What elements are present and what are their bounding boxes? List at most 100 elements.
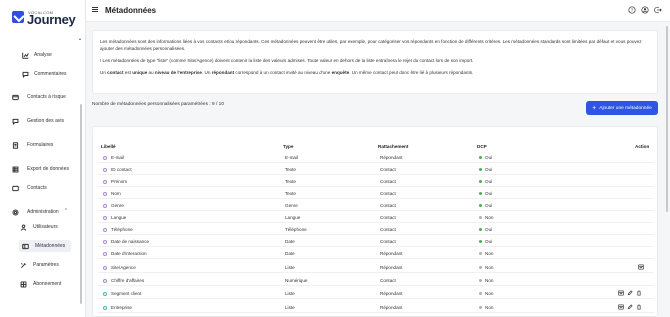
dcp-status-dot	[479, 240, 482, 244]
sidebar-item-gestion-des-avis[interactable]: Gestion des avis	[12, 115, 64, 127]
dcp-status-dot	[479, 306, 482, 310]
cell-dcp: Oui	[479, 179, 492, 184]
cell-dcp: Non	[479, 215, 493, 220]
column-header-dcp[interactable]: DCP	[477, 144, 487, 149]
cell-libelle: Langue	[103, 215, 126, 220]
top-header: Métadonnées ?	[86, 0, 670, 22]
cell-dcp: Oui	[479, 227, 492, 232]
cell-dcp: Non	[479, 278, 493, 283]
dcp-status-dot	[479, 292, 482, 296]
plus-icon: +	[592, 104, 597, 112]
info-paragraph-1: Les métadonnées sont des informations li…	[100, 39, 642, 51]
cell-type: Texte	[285, 167, 296, 172]
cell-rattachement: Contact	[380, 203, 396, 208]
cell-dcp: Oui	[479, 203, 492, 208]
delete-icon[interactable]	[636, 290, 642, 296]
cell-rattachement: Répondant	[380, 251, 403, 256]
chevron-up-icon[interactable]: ⌃	[64, 208, 68, 214]
sidebar-item-formulaires[interactable]: Formulaires	[12, 139, 53, 151]
delete-icon[interactable]	[636, 304, 642, 310]
cell-dcp: Non	[479, 265, 493, 270]
sidebar-scroll-up-icon[interactable]: ▴	[79, 36, 81, 41]
row-actions	[618, 304, 642, 310]
standard-metadata-icon	[103, 251, 107, 256]
user-account-icon[interactable]	[641, 6, 649, 14]
cell-type: Téléphone	[285, 227, 307, 232]
sidebar-item-contacts-risque[interactable]: Contacts à risque	[12, 91, 66, 103]
cell-libelle: Téléphone	[103, 227, 133, 232]
cell-type: Texte	[285, 179, 296, 184]
cell-dcp: Oui	[479, 167, 492, 172]
cell-rattachement: Contact	[380, 215, 396, 220]
table-row: Langue Langue Contact Non	[98, 212, 654, 223]
cell-rattachement: Répondant	[380, 291, 403, 296]
cell-dcp: Oui	[479, 155, 492, 160]
risk-contacts-icon	[12, 94, 19, 100]
cell-libelle: Date d'interaction	[103, 251, 147, 256]
dcp-status-dot	[479, 204, 482, 208]
sidebar-item-export-de-donn-es[interactable]: Export de données	[12, 163, 69, 175]
list-values-icon[interactable]	[618, 290, 624, 296]
sidebar-scrollbar[interactable]	[80, 104, 82, 304]
sidebar-item-commentaires[interactable]: Commentaires	[22, 68, 67, 80]
cell-dcp: Non	[479, 251, 493, 256]
edit-icon[interactable]	[627, 304, 633, 310]
table-row: ID contact Texte Contact Oui	[98, 164, 654, 175]
list-values-icon[interactable]	[638, 264, 644, 270]
cell-dcp: Oui	[479, 191, 492, 196]
sidebar-item-contacts[interactable]: Contacts	[12, 182, 47, 194]
sidebar-subitem-param-tres[interactable]: Paramètres	[20, 259, 59, 271]
menu-icon[interactable]	[92, 7, 98, 12]
sidebar-item-analyse[interactable]: Analyse	[22, 49, 52, 61]
cell-type: E-mail	[285, 155, 299, 160]
standard-metadata-icon	[103, 227, 107, 232]
cell-libelle: E-mail	[103, 155, 124, 160]
sidebar-subitem-label: Abonnement	[33, 281, 62, 287]
table-row: Site/Agence Liste Répondant Non	[98, 262, 654, 273]
cell-type: Date	[285, 251, 295, 256]
list-values-icon[interactable]	[618, 304, 624, 310]
cell-libelle: Date de naissance	[103, 239, 149, 244]
forms-icon	[12, 141, 19, 149]
cell-dcp: Non	[479, 305, 493, 310]
cell-type: Date	[285, 239, 295, 244]
dcp-status-dot	[479, 156, 482, 160]
add-metadata-button[interactable]: + Ajouter une métadonnée	[586, 101, 658, 115]
standard-metadata-icon	[103, 155, 107, 160]
sidebar-item-administration[interactable]: Administration	[12, 206, 59, 218]
edit-icon[interactable]	[627, 290, 633, 296]
sidebar-subitem-utilisateurs[interactable]: Utilisateurs	[20, 221, 58, 233]
table-row: Segment client Liste Répondant Non	[98, 288, 654, 299]
sidebar-item-label: Analyse	[34, 52, 52, 58]
sidebar-item-label: Formulaires	[27, 142, 54, 148]
sidebar-subitem-label: Utilisateurs	[33, 224, 58, 230]
column-header-libelle[interactable]: Libellé	[101, 144, 116, 149]
standard-metadata-icon	[103, 167, 107, 172]
help-icon[interactable]: ?	[628, 6, 636, 14]
cell-libelle: ID contact	[103, 167, 132, 172]
brand-logo[interactable]: VOCALCOM Journey	[12, 8, 78, 30]
column-header-rattachement[interactable]: Rattachement	[378, 144, 408, 149]
reviews-icon	[12, 118, 19, 125]
sidebar-subitem-m-tadonn-es[interactable]: Métadonnées	[19, 240, 71, 252]
sidebar-subitem-label: Métadonnées	[35, 243, 66, 249]
cell-type: Liste	[285, 291, 295, 296]
settings-icon	[12, 208, 19, 216]
cell-libelle: Chiffre d'affaires	[103, 278, 144, 283]
dcp-status-dot	[479, 180, 482, 184]
cell-rattachement: Contact	[380, 167, 396, 172]
dcp-status-dot	[479, 228, 482, 232]
info-paragraph-3: Un contact est unique au niveau de l'ent…	[100, 70, 474, 75]
row-actions	[618, 290, 642, 296]
logout-icon[interactable]	[654, 6, 662, 14]
dcp-status-dot	[479, 252, 482, 256]
analytics-icon	[22, 52, 29, 59]
cell-libelle: Genre	[103, 203, 124, 208]
column-header-type[interactable]: Type	[283, 144, 293, 149]
main-scrollbar[interactable]	[666, 26, 668, 212]
sidebar-subitem-abonnement[interactable]: Abonnement	[20, 278, 61, 290]
table-row: Nom Texte Contact Oui	[98, 188, 654, 199]
table-row: E-mail E-mail Répondant Oui	[98, 152, 654, 163]
page-title: Métadonnées	[105, 6, 157, 15]
table-row: Prénom Texte Contact Oui	[98, 176, 654, 187]
